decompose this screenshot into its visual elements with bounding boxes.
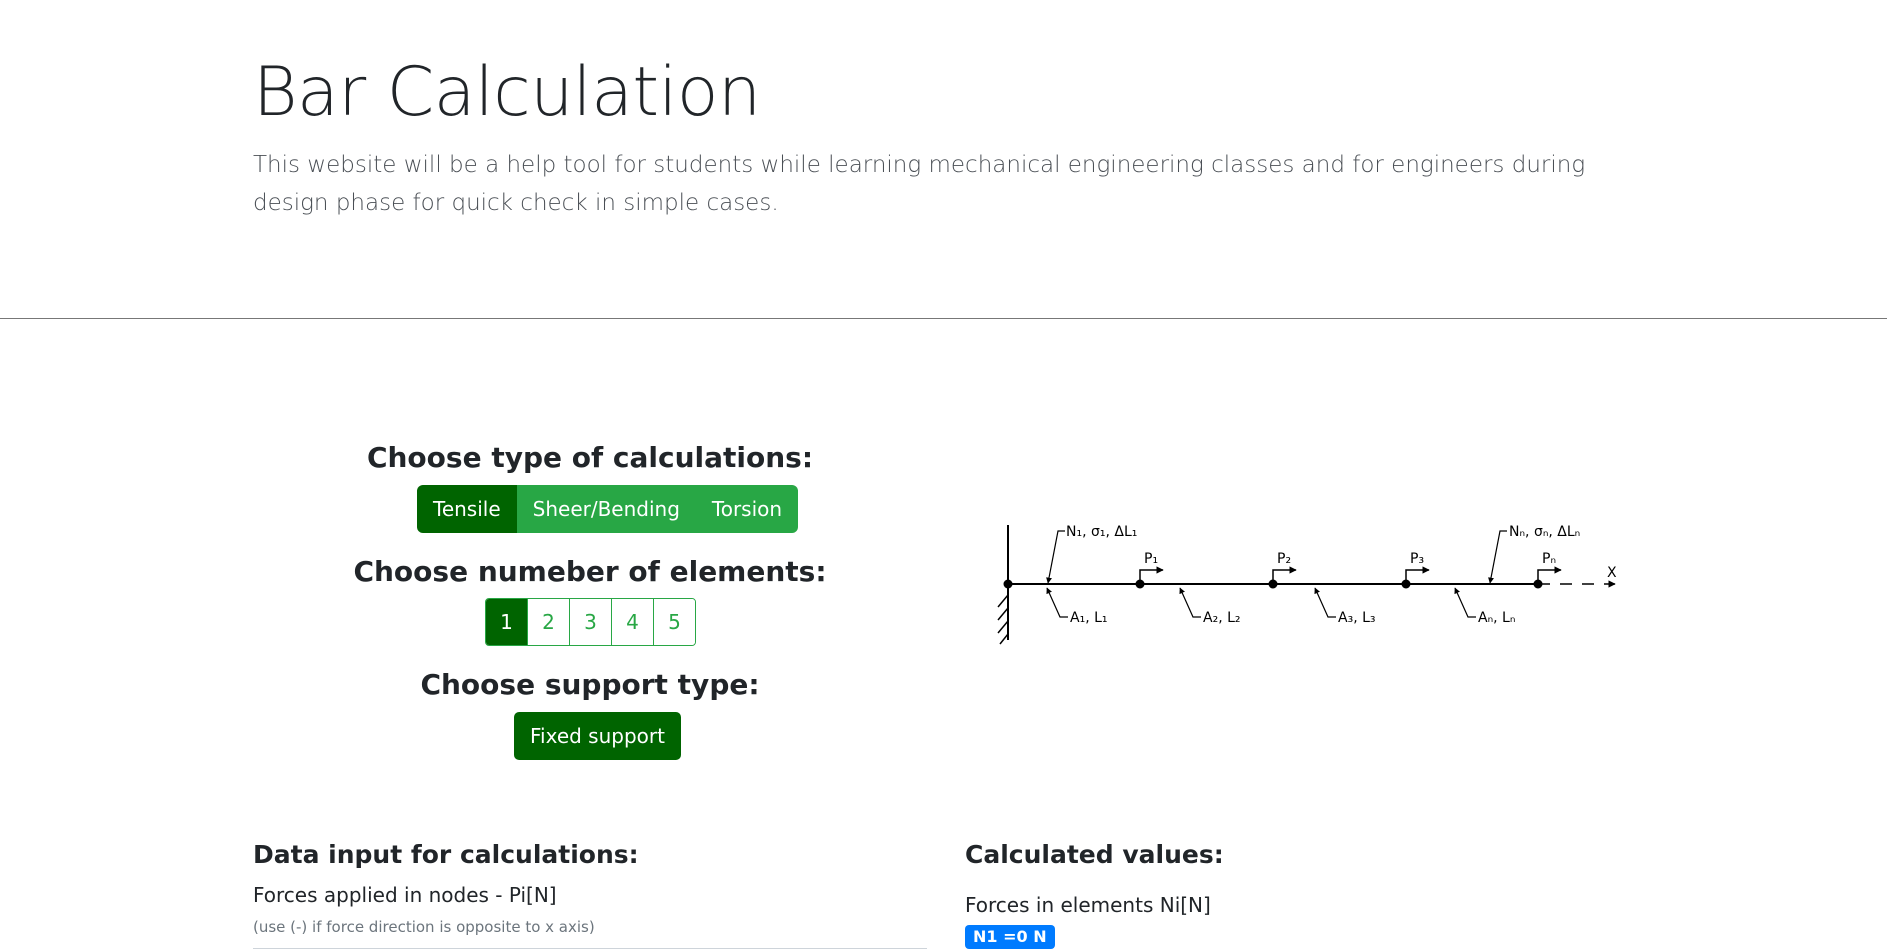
torsion-button[interactable]: Torsion [695,485,799,533]
diagram-label-force-2: P₂ [1277,551,1291,567]
fixed-support-button[interactable]: Fixed support [514,712,681,760]
results-heading: Calculated values: [965,840,1224,869]
diagram-label-force-1: P₁ [1144,551,1158,567]
diagram-label-force-3: P₃ [1410,551,1424,567]
force-input-field[interactable] [253,948,927,949]
diagram-label-bottom-3: A₃, L₃ [1338,610,1376,626]
sheer-bending-button[interactable]: Sheer/Bending [516,485,696,533]
diagram-label-top-n: Nₙ, σₙ, ΔLₙ [1509,524,1580,540]
elements-option-1[interactable]: 1 [486,599,527,645]
page-description: This website will be a help tool for stu… [253,152,1586,216]
elements-option-2[interactable]: 2 [527,599,569,645]
bar-diagram: N₁, σ₁, ΔL₁ Nₙ, σₙ, ΔLₙ P₁ P₂ P₃ Pₙ A₁, … [997,524,1617,645]
elements-option-5[interactable]: 5 [653,599,695,645]
elements-heading: Choose numeber of elements: [353,555,827,588]
elements-option-4[interactable]: 4 [611,599,653,645]
calc-type-heading: Choose type of calculations: [366,441,814,474]
page-title: Bar Calculation [253,53,761,132]
leader-lines [1046,530,1507,618]
diagram-label-top-1: N₁, σ₁, ΔL₁ [1066,524,1137,540]
calc-type-button-group: Tensile Sheer/Bending Torsion [417,485,799,533]
diagram-axis-label: X [1607,565,1617,581]
data-input-heading: Data input for calculations: [253,840,639,869]
elements-option-3[interactable]: 3 [569,599,611,645]
forces-input-hint: (use (-) if force direction is opposite … [253,918,595,936]
forces-input-label: Forces applied in nodes - Pi[N] [253,883,557,907]
force-arrows [1139,566,1562,584]
section-divider [0,318,1887,319]
diagram-label-bottom-n: Aₙ, Lₙ [1478,610,1515,626]
tensile-button[interactable]: Tensile [417,485,517,533]
forces-result-label: Forces in elements Ni[N] [965,893,1211,917]
force-result-badge: N1 =0 N [965,925,1055,949]
support-heading: Choose support type: [420,668,760,701]
elements-button-group: 1 2 3 4 5 [485,598,696,646]
diagram-label-bottom-2: A₂, L₂ [1203,610,1241,626]
diagram-label-force-n: Pₙ [1542,551,1556,567]
diagram-label-bottom-1: A₁, L₁ [1070,610,1108,626]
